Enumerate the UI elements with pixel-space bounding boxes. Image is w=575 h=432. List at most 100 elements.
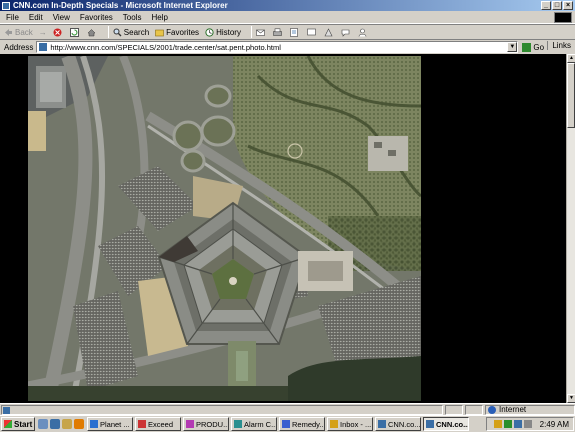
page-status-icon bbox=[3, 406, 10, 414]
task-label: Exceed bbox=[148, 419, 174, 429]
refresh-button[interactable] bbox=[69, 27, 81, 37]
url-field[interactable]: http://www.cnn.com/SPECIALS/2001/trade.c… bbox=[36, 41, 519, 53]
print-icon bbox=[273, 28, 282, 37]
task-label: Inbox - ... bbox=[340, 419, 372, 429]
tray-icon[interactable] bbox=[493, 420, 502, 428]
back-arrow-icon bbox=[4, 28, 13, 37]
go-arrow-icon bbox=[522, 42, 532, 52]
edit-button[interactable] bbox=[290, 27, 301, 37]
task-label: Alarm C... bbox=[244, 419, 277, 429]
maximize-button[interactable]: □ bbox=[552, 1, 562, 10]
network-icon[interactable] bbox=[513, 420, 522, 428]
satellite-image-graphic bbox=[28, 56, 421, 401]
quick-launch bbox=[38, 419, 84, 429]
ie-icon bbox=[2, 1, 10, 10]
taskbar-item[interactable]: Alarm C... bbox=[231, 417, 277, 431]
internet-globe-icon bbox=[488, 405, 496, 414]
status-cell bbox=[465, 404, 483, 415]
history-button[interactable]: History bbox=[205, 28, 241, 37]
desktop-icon[interactable] bbox=[38, 419, 48, 429]
title-bar: CNN.com In-Depth Specials - Microsoft In… bbox=[0, 0, 575, 11]
menu-favorites[interactable]: Favorites bbox=[80, 13, 113, 22]
home-icon bbox=[87, 28, 96, 37]
taskbar-item-active[interactable]: CNN.co... bbox=[423, 417, 469, 431]
chevron-down-icon[interactable]: ▼ bbox=[507, 42, 518, 52]
tray-icon[interactable] bbox=[503, 420, 512, 428]
taskbar-item[interactable]: Exceed bbox=[135, 417, 181, 431]
status-bar: Internet bbox=[0, 403, 575, 415]
menu-file[interactable]: File bbox=[6, 13, 19, 22]
taskbar-item[interactable]: CNN.co... bbox=[375, 417, 421, 431]
zone-label: Internet bbox=[499, 405, 527, 414]
menu-help[interactable]: Help bbox=[151, 13, 167, 22]
go-label: Go bbox=[533, 42, 545, 52]
minimize-button[interactable]: _ bbox=[541, 1, 551, 10]
windows-flag-icon bbox=[4, 420, 12, 428]
task-app-icon bbox=[138, 420, 146, 428]
task-label: PRODU... bbox=[196, 419, 229, 429]
window-controls: _ □ × bbox=[541, 1, 573, 10]
messenger-button[interactable] bbox=[341, 28, 352, 37]
ie-quicklaunch-icon[interactable] bbox=[50, 419, 60, 429]
print-button[interactable] bbox=[273, 28, 284, 37]
start-button[interactable]: Start bbox=[1, 417, 35, 431]
security-zone: Internet bbox=[485, 404, 575, 415]
discuss-button[interactable] bbox=[307, 28, 318, 37]
scroll-down-arrow-icon[interactable]: ▼ bbox=[567, 394, 575, 403]
close-button[interactable]: × bbox=[563, 1, 573, 10]
vertical-scrollbar[interactable]: ▲ ▼ bbox=[566, 54, 575, 403]
refresh-icon bbox=[69, 27, 79, 37]
messenger-icon bbox=[341, 28, 350, 37]
favorites-button[interactable]: Favorites bbox=[155, 28, 199, 37]
taskbar: Start Planet ... Exceed PRODU... Alarm C… bbox=[0, 415, 575, 432]
research-button[interactable] bbox=[324, 27, 335, 37]
toolbar-separator bbox=[107, 26, 109, 38]
history-icon bbox=[205, 27, 214, 37]
forward-button[interactable]: → bbox=[39, 28, 47, 37]
standard-toolbar: Back → Search Favorites History bbox=[0, 24, 575, 40]
favorites-folder-icon bbox=[155, 28, 164, 37]
stop-button[interactable] bbox=[53, 28, 64, 37]
search-button[interactable]: Search bbox=[113, 28, 149, 37]
discuss-icon bbox=[307, 28, 316, 37]
menu-view[interactable]: View bbox=[53, 13, 70, 22]
satellite-photo bbox=[28, 56, 421, 401]
stop-icon bbox=[53, 28, 62, 37]
media-icon[interactable] bbox=[74, 419, 84, 429]
task-label: Remedy... bbox=[292, 419, 325, 429]
menu-edit[interactable]: Edit bbox=[29, 13, 43, 22]
page-content bbox=[0, 54, 566, 403]
user-button[interactable] bbox=[358, 28, 369, 37]
research-icon bbox=[324, 27, 333, 37]
back-label: Back bbox=[15, 27, 33, 37]
menu-tools[interactable]: Tools bbox=[123, 13, 142, 22]
task-app-icon bbox=[378, 420, 386, 428]
mail-button[interactable] bbox=[256, 28, 267, 37]
status-cell bbox=[445, 404, 463, 415]
url-text: http://www.cnn.com/SPECIALS/2001/trade.c… bbox=[50, 42, 281, 52]
favorites-label: Favorites bbox=[166, 27, 200, 37]
search-icon bbox=[113, 28, 122, 37]
window-title: CNN.com In-Depth Specials - Microsoft In… bbox=[13, 1, 228, 10]
go-button[interactable]: Go bbox=[522, 42, 545, 52]
task-app-icon bbox=[234, 420, 242, 428]
clock[interactable]: 2:49 AM bbox=[540, 420, 569, 429]
volume-icon[interactable] bbox=[523, 420, 532, 428]
system-tray: 2:49 AM bbox=[486, 417, 574, 431]
back-button[interactable]: Back bbox=[4, 28, 33, 37]
taskbar-item[interactable]: Planet ... bbox=[87, 417, 133, 431]
links-button[interactable]: Links bbox=[547, 41, 571, 50]
menu-bar: File Edit View Favorites Tools Help bbox=[0, 11, 575, 24]
edit-page-icon bbox=[290, 27, 299, 37]
task-app-icon bbox=[426, 420, 434, 428]
scroll-thumb[interactable] bbox=[567, 63, 575, 128]
scroll-up-arrow-icon[interactable]: ▲ bbox=[567, 54, 575, 63]
taskbar-item[interactable]: Inbox - ... bbox=[327, 417, 373, 431]
outlook-icon[interactable] bbox=[62, 419, 72, 429]
home-button[interactable] bbox=[87, 28, 98, 37]
taskbar-item[interactable]: PRODU... bbox=[183, 417, 229, 431]
task-app-icon bbox=[90, 420, 98, 428]
task-app-icon bbox=[186, 420, 194, 428]
taskbar-item[interactable]: Remedy... bbox=[279, 417, 325, 431]
forward-arrow-icon: → bbox=[38, 27, 47, 37]
